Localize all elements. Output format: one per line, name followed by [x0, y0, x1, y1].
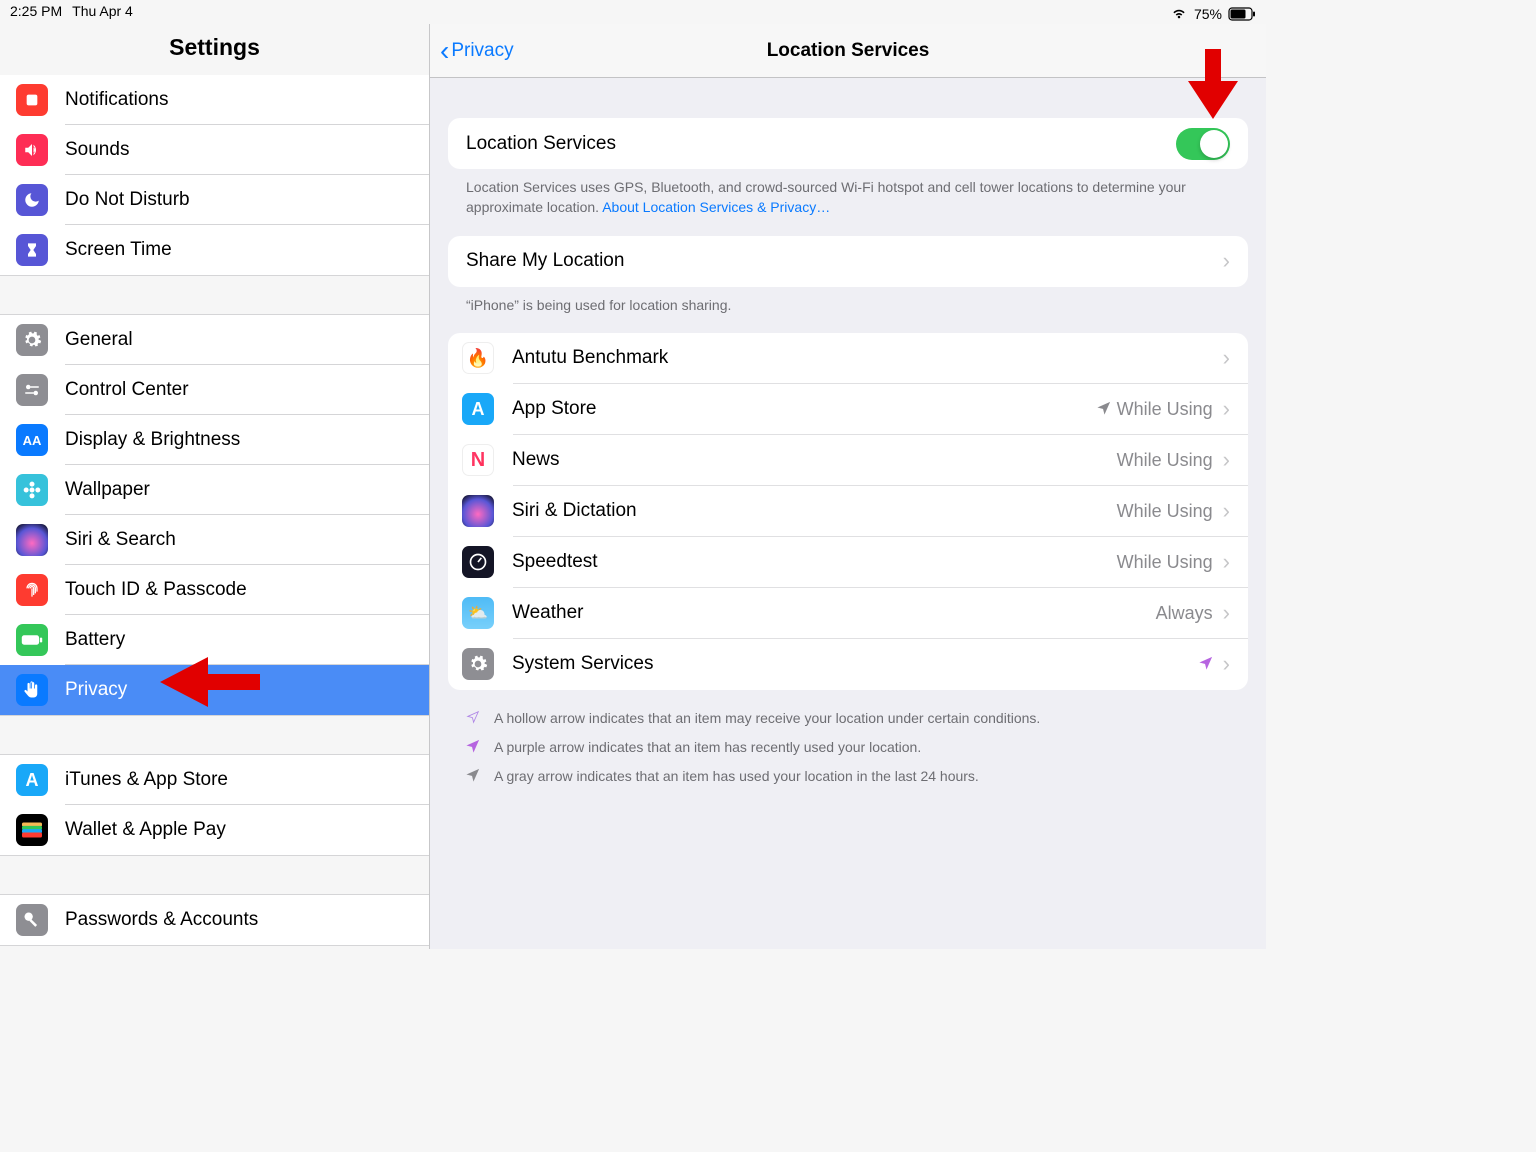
annotation-arrow-privacy: [160, 657, 260, 707]
chevron-right-icon: ›: [1223, 651, 1230, 677]
nav-screentime[interactable]: Screen Time: [0, 225, 429, 275]
app-antutu-row[interactable]: 🔥Antutu Benchmark›: [448, 333, 1248, 384]
battery-percentage: 75%: [1194, 6, 1222, 22]
app-system-row[interactable]: System Services›: [448, 639, 1248, 690]
toggle-label: Location Services: [466, 133, 1176, 155]
status-bar: 2:25 PM Thu Apr 4 75%: [0, 0, 1266, 24]
location-arrow-icon: [466, 768, 480, 785]
nav-control-center[interactable]: Control Center: [0, 365, 429, 415]
app-siri-icon: [462, 495, 494, 527]
nav-control-center-icon: [16, 374, 48, 406]
location-services-panel: Location Services: [448, 118, 1248, 169]
chevron-right-icon: ›: [1223, 549, 1230, 575]
nav-notifications[interactable]: Notifications: [0, 75, 429, 125]
app-weather-row[interactable]: ⛅WeatherAlways›: [448, 588, 1248, 639]
legend-row: A purple arrow indicates that an item ha…: [466, 733, 1230, 762]
app-siri-row[interactable]: Siri & DictationWhile Using›: [448, 486, 1248, 537]
app-antutu-icon: 🔥: [462, 342, 494, 374]
settings-sidebar: Settings NotificationsSoundsDo Not Distu…: [0, 24, 430, 949]
location-services-toggle[interactable]: [1176, 128, 1230, 160]
nav-siri[interactable]: Siri & Search: [0, 515, 429, 565]
chevron-right-icon: ›: [1223, 447, 1230, 473]
app-appstore-row[interactable]: AApp StoreWhile Using›: [448, 384, 1248, 435]
legend: A hollow arrow indicates that an item ma…: [448, 690, 1248, 805]
page-title: Location Services: [430, 40, 1266, 62]
toggle-description: Location Services uses GPS, Bluetooth, a…: [448, 169, 1248, 218]
nav-sounds[interactable]: Sounds: [0, 125, 429, 175]
nav-bar: ‹ Privacy Location Services: [430, 24, 1266, 78]
battery-icon: [1228, 7, 1256, 21]
nav-passwords-icon: [16, 904, 48, 936]
nav-siri-icon: [16, 524, 48, 556]
nav-passwords[interactable]: Passwords & Accounts: [0, 895, 429, 945]
share-description: “iPhone” is being used for location shar…: [448, 287, 1248, 315]
app-news-icon: N: [462, 444, 494, 476]
nav-general[interactable]: General: [0, 315, 429, 365]
location-arrow-icon: [1199, 654, 1213, 675]
nav-display-icon: AA: [16, 424, 48, 456]
location-services-toggle-row[interactable]: Location Services: [448, 118, 1248, 169]
nav-wallet[interactable]: Wallet & Apple Pay: [0, 805, 429, 855]
location-arrow-icon: [1097, 399, 1111, 420]
app-speedtest-row[interactable]: SpeedtestWhile Using›: [448, 537, 1248, 588]
nav-wallpaper[interactable]: Wallpaper: [0, 465, 429, 515]
sidebar-title: Settings: [0, 24, 429, 75]
chevron-right-icon: ›: [1223, 248, 1230, 274]
nav-dnd-icon: [16, 184, 48, 216]
nav-touchid-icon: [16, 574, 48, 606]
nav-wallpaper-icon: [16, 474, 48, 506]
app-news-row[interactable]: NNewsWhile Using›: [448, 435, 1248, 486]
annotation-arrow-toggle: [1188, 49, 1238, 119]
app-system-icon: [462, 648, 494, 680]
nav-itunes-icon: A: [16, 764, 48, 796]
nav-wallet-icon: [16, 814, 48, 846]
location-arrow-icon: [466, 710, 480, 727]
nav-touchid[interactable]: Touch ID & Passcode: [0, 565, 429, 615]
detail-pane: ‹ Privacy Location Services Location Ser…: [430, 24, 1266, 949]
legend-row: A hollow arrow indicates that an item ma…: [466, 704, 1230, 733]
chevron-right-icon: ›: [1223, 600, 1230, 626]
chevron-right-icon: ›: [1223, 345, 1230, 371]
chevron-right-icon: ›: [1223, 396, 1230, 422]
nav-sounds-icon: [16, 134, 48, 166]
app-weather-icon: ⛅: [462, 597, 494, 629]
nav-general-icon: [16, 324, 48, 356]
app-speedtest-icon: [462, 546, 494, 578]
about-privacy-link[interactable]: About Location Services & Privacy…: [602, 199, 830, 215]
chevron-right-icon: ›: [1223, 498, 1230, 524]
back-label: Privacy: [451, 40, 513, 62]
back-button[interactable]: ‹ Privacy: [440, 37, 514, 65]
apps-panel: 🔥Antutu Benchmark›AApp StoreWhile Using›…: [448, 333, 1248, 690]
share-my-location-row[interactable]: Share My Location ›: [448, 236, 1248, 287]
chevron-left-icon: ‹: [440, 37, 449, 65]
wifi-icon: [1170, 5, 1188, 22]
nav-display[interactable]: AADisplay & Brightness: [0, 415, 429, 465]
status-date: Thu Apr 4: [72, 3, 133, 24]
nav-privacy-icon: [16, 674, 48, 706]
nav-battery-icon: [16, 624, 48, 656]
location-arrow-icon: [466, 739, 480, 756]
status-time: 2:25 PM: [10, 3, 62, 24]
legend-row: A gray arrow indicates that an item has …: [466, 762, 1230, 791]
share-location-panel: Share My Location ›: [448, 236, 1248, 287]
nav-itunes[interactable]: AiTunes & App Store: [0, 755, 429, 805]
app-appstore-icon: A: [462, 393, 494, 425]
nav-dnd[interactable]: Do Not Disturb: [0, 175, 429, 225]
nav-screentime-icon: [16, 234, 48, 266]
nav-notifications-icon: [16, 84, 48, 116]
